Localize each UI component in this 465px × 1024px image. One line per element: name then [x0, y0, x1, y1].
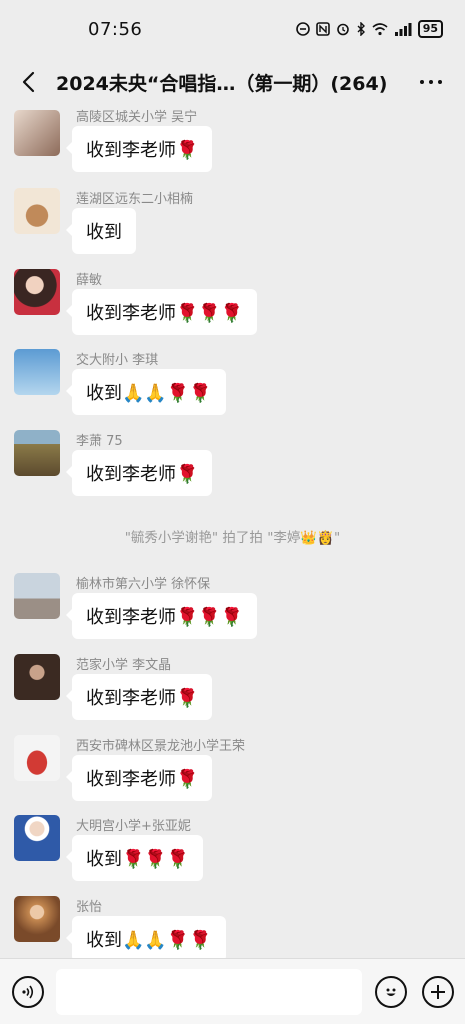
chat-header: 2024未央“合唱指…（第一期）(264) [0, 58, 465, 106]
message-input[interactable] [56, 969, 362, 1015]
emoji-button[interactable] [375, 976, 407, 1008]
avatar[interactable] [14, 815, 60, 861]
plus-icon [431, 985, 445, 999]
message-bubble[interactable]: 收到🙏🙏🌹🌹 [66, 916, 226, 958]
input-bar [0, 958, 465, 1024]
sender-name: 薛敏 [76, 273, 103, 288]
avatar[interactable] [14, 735, 60, 781]
message-bubble[interactable]: 收到🌹🌹🌹 [65, 835, 204, 881]
avatar[interactable] [14, 349, 60, 395]
alarm-icon [336, 23, 349, 36]
avatar[interactable] [14, 896, 60, 942]
sender-name: 榆林市第六小学 徐怀保 [76, 577, 211, 592]
message-bubble[interactable]: 收到🙏🙏🌹🌹 [66, 369, 226, 415]
wifi-icon [372, 23, 388, 36]
sender-name: 李萧 75 [76, 434, 123, 449]
sender-name: 范家小学 李文晶 [76, 658, 172, 673]
status-icons: 95 [295, 20, 443, 38]
pat-notification: "毓秀小学谢艳" 拍了拍 "李婷👑👸" [124, 530, 341, 546]
avatar[interactable] [14, 654, 60, 700]
more-options-button[interactable] [413, 64, 449, 100]
more-dots-icon [420, 80, 424, 84]
message-bubble[interactable]: 收到李老师🌹 [65, 450, 213, 496]
back-button[interactable] [6, 60, 50, 104]
battery-icon: 95 [417, 20, 443, 38]
message-bubble[interactable]: 收到李老师🌹 [65, 126, 213, 172]
sender-name: 西安市碑林区景龙池小学王荣 [76, 739, 246, 754]
voice-icon [22, 985, 34, 999]
avatar[interactable] [14, 110, 60, 156]
avatar[interactable] [14, 188, 60, 234]
nfc-icon [295, 22, 310, 36]
bluetooth-icon [357, 22, 365, 36]
avatar[interactable] [14, 573, 60, 619]
message-bubble[interactable]: 收到李老师🌹🌹🌹 [65, 289, 258, 335]
message-list[interactable]: 高陵区城关小学 吴宁 收到李老师🌹 莲湖区远东二小相楠 收到 薛敏 收到李老师🌹… [0, 106, 465, 958]
nfc-n-icon [315, 22, 330, 36]
chevron-left-icon [22, 71, 35, 93]
voice-input-button[interactable] [12, 976, 44, 1008]
message-bubble[interactable]: 收到 [66, 208, 136, 254]
sender-name: 高陵区城关小学 吴宁 [76, 110, 198, 125]
status-bar: 07:56 95 [0, 0, 465, 58]
avatar[interactable] [14, 430, 60, 476]
sender-name: 大明宫小学+张亚妮 [76, 819, 191, 834]
sender-name: 交大附小 李琪 [76, 353, 159, 368]
more-functions-button[interactable] [422, 976, 454, 1008]
message-bubble[interactable]: 收到李老师🌹🌹🌹 [65, 593, 258, 639]
message-bubble[interactable]: 收到李老师🌹 [65, 674, 213, 720]
signal-icon [394, 23, 412, 36]
sender-name: 莲湖区远东二小相楠 [76, 192, 194, 207]
status-time: 07:56 [88, 18, 143, 40]
avatar[interactable] [14, 269, 60, 315]
chat-title: 2024未央“合唱指…（第一期）(264) [56, 72, 388, 95]
message-bubble[interactable]: 收到李老师🌹 [65, 755, 213, 801]
sender-name: 张怡 [76, 900, 103, 915]
smiley-icon [386, 988, 396, 996]
